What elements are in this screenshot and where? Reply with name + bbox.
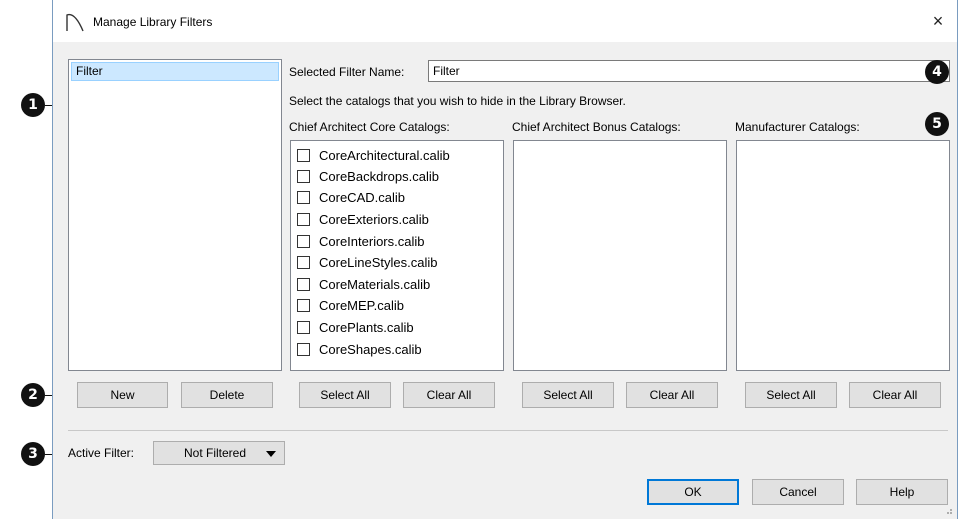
resize-grip-icon[interactable] — [943, 505, 953, 515]
checkbox[interactable] — [297, 255, 310, 269]
catalog-checkbox-row[interactable]: CoreBackdrops.calib — [297, 166, 439, 186]
catalog-checkbox-row[interactable]: CoreMaterials.calib — [297, 274, 430, 294]
cancel-button[interactable]: Cancel — [752, 479, 844, 505]
manufacturer-catalogs-list[interactable] — [736, 140, 950, 371]
catalog-name: CoreCAD.calib — [319, 189, 405, 205]
active-filter-value: Not Filtered — [184, 446, 247, 460]
checkbox[interactable] — [297, 234, 310, 248]
chief-architect-logo-icon — [66, 13, 84, 32]
bonus-clear-all-button[interactable]: Clear All — [626, 382, 718, 408]
callout-4: 4 — [925, 60, 949, 84]
callout-2: 2 — [21, 383, 45, 407]
manage-library-filters-dialog: Manage Library Filters × Filter New Dele… — [52, 0, 958, 519]
delete-filter-button[interactable]: Delete — [181, 382, 273, 408]
active-filter-label: Active Filter: — [68, 446, 135, 460]
callout-3: 3 — [21, 442, 45, 466]
close-button[interactable]: × — [925, 8, 951, 34]
core-catalogs-list[interactable]: CoreArchitectural.calib CoreBackdrops.ca… — [290, 140, 504, 371]
checkbox[interactable] — [297, 298, 310, 312]
core-clear-all-button[interactable]: Clear All — [403, 382, 495, 408]
manufacturer-clear-all-button[interactable]: Clear All — [849, 382, 941, 408]
core-select-all-button[interactable]: Select All — [299, 382, 391, 408]
help-button[interactable]: Help — [856, 479, 948, 505]
selected-filter-name-input[interactable]: Filter — [428, 60, 950, 82]
bonus-select-all-button[interactable]: Select All — [522, 382, 614, 408]
catalog-checkbox-row[interactable]: CoreInteriors.calib — [297, 231, 425, 251]
catalog-name: CoreExteriors.calib — [319, 211, 429, 227]
catalog-checkbox-row[interactable]: CoreCAD.calib — [297, 187, 405, 207]
chevron-down-icon — [266, 451, 276, 457]
catalog-name: CoreInteriors.calib — [319, 233, 425, 249]
checkbox[interactable] — [297, 342, 310, 356]
checkbox[interactable] — [297, 212, 310, 226]
catalog-name: CorePlants.calib — [319, 319, 414, 335]
checkbox[interactable] — [297, 169, 310, 183]
selected-filter-name-label: Selected Filter Name: — [289, 65, 405, 79]
ok-button[interactable]: OK — [647, 479, 739, 505]
catalog-name: CoreArchitectural.calib — [319, 147, 450, 163]
catalog-name: CoreMEP.calib — [319, 297, 405, 313]
instructions-text: Select the catalogs that you wish to hid… — [289, 94, 626, 108]
catalog-name: CoreBackdrops.calib — [319, 168, 439, 184]
checkbox[interactable] — [297, 277, 310, 291]
filter-list[interactable]: Filter — [68, 59, 282, 371]
catalog-name: CoreShapes.calib — [319, 341, 422, 357]
title-bar[interactable]: Manage Library Filters × — [53, 0, 957, 42]
catalog-checkbox-row[interactable]: CorePlants.calib — [297, 317, 414, 337]
checkbox[interactable] — [297, 190, 310, 204]
checkbox[interactable] — [297, 320, 310, 334]
bonus-catalogs-list[interactable] — [513, 140, 727, 371]
bonus-catalogs-header: Chief Architect Bonus Catalogs: — [512, 120, 681, 134]
catalog-name: CoreLineStyles.calib — [319, 254, 438, 270]
manufacturer-select-all-button[interactable]: Select All — [745, 382, 837, 408]
checkbox[interactable] — [297, 148, 310, 162]
catalog-checkbox-row[interactable]: CoreExteriors.calib — [297, 209, 429, 229]
catalog-checkbox-row[interactable]: CoreLineStyles.calib — [297, 252, 438, 272]
catalog-checkbox-row[interactable]: CoreMEP.calib — [297, 295, 404, 315]
active-filter-dropdown[interactable]: Not Filtered — [153, 441, 285, 465]
callout-1: 1 — [21, 93, 45, 117]
new-filter-button[interactable]: New — [77, 382, 168, 408]
callout-5: 5 — [925, 112, 949, 136]
separator — [68, 430, 948, 431]
catalog-checkbox-row[interactable]: CoreArchitectural.calib — [297, 145, 450, 165]
manufacturer-catalogs-header: Manufacturer Catalogs: — [735, 120, 860, 134]
filter-list-item[interactable]: Filter — [71, 62, 279, 81]
dialog-title: Manage Library Filters — [93, 15, 213, 29]
catalog-name: CoreMaterials.calib — [319, 276, 431, 292]
core-catalogs-header: Chief Architect Core Catalogs: — [289, 120, 450, 134]
catalog-checkbox-row[interactable]: CoreShapes.calib — [297, 339, 422, 359]
